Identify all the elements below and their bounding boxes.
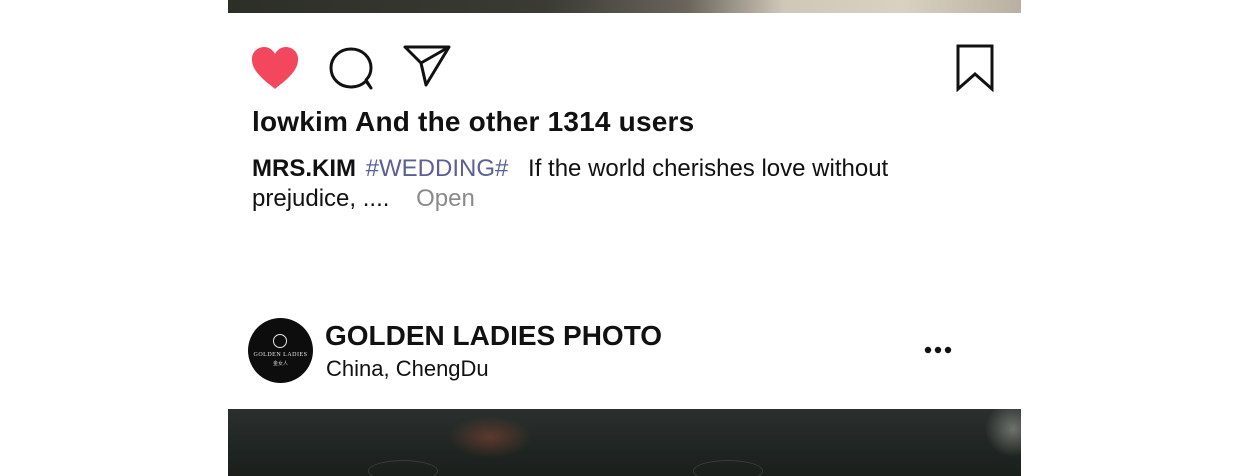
account-name[interactable]: GOLDEN LADIES PHOTO [325,320,662,352]
golden-ladies-logo-icon [273,334,287,348]
comment-icon[interactable] [328,45,374,91]
avatar[interactable]: GOLDEN LADIES 金女人 [248,318,313,383]
previous-post-image[interactable] [228,0,1021,13]
send-icon[interactable] [402,44,452,88]
likes-summary[interactable]: lowkim And the other 1314 users [252,106,694,138]
post-location[interactable]: China, ChengDu [326,356,489,382]
watermark-icon [693,460,763,476]
watermark-icon [368,460,438,476]
post-caption: MRS.KIM #WEDDING# If the world cherishes… [252,154,952,214]
caption-open-link[interactable]: Open [416,185,475,212]
caption-hashtag[interactable]: #WEDDING# [366,155,509,182]
avatar-logo-text: GOLDEN LADIES [253,352,308,358]
bookmark-icon[interactable] [955,44,995,92]
heart-icon[interactable] [250,46,300,90]
post-action-bar [250,44,995,92]
more-dots-icon[interactable] [922,343,956,357]
caption-author[interactable]: MRS.KIM [252,155,356,182]
next-post-image[interactable] [228,409,1021,476]
avatar-logo-subtext: 金女人 [272,361,288,367]
